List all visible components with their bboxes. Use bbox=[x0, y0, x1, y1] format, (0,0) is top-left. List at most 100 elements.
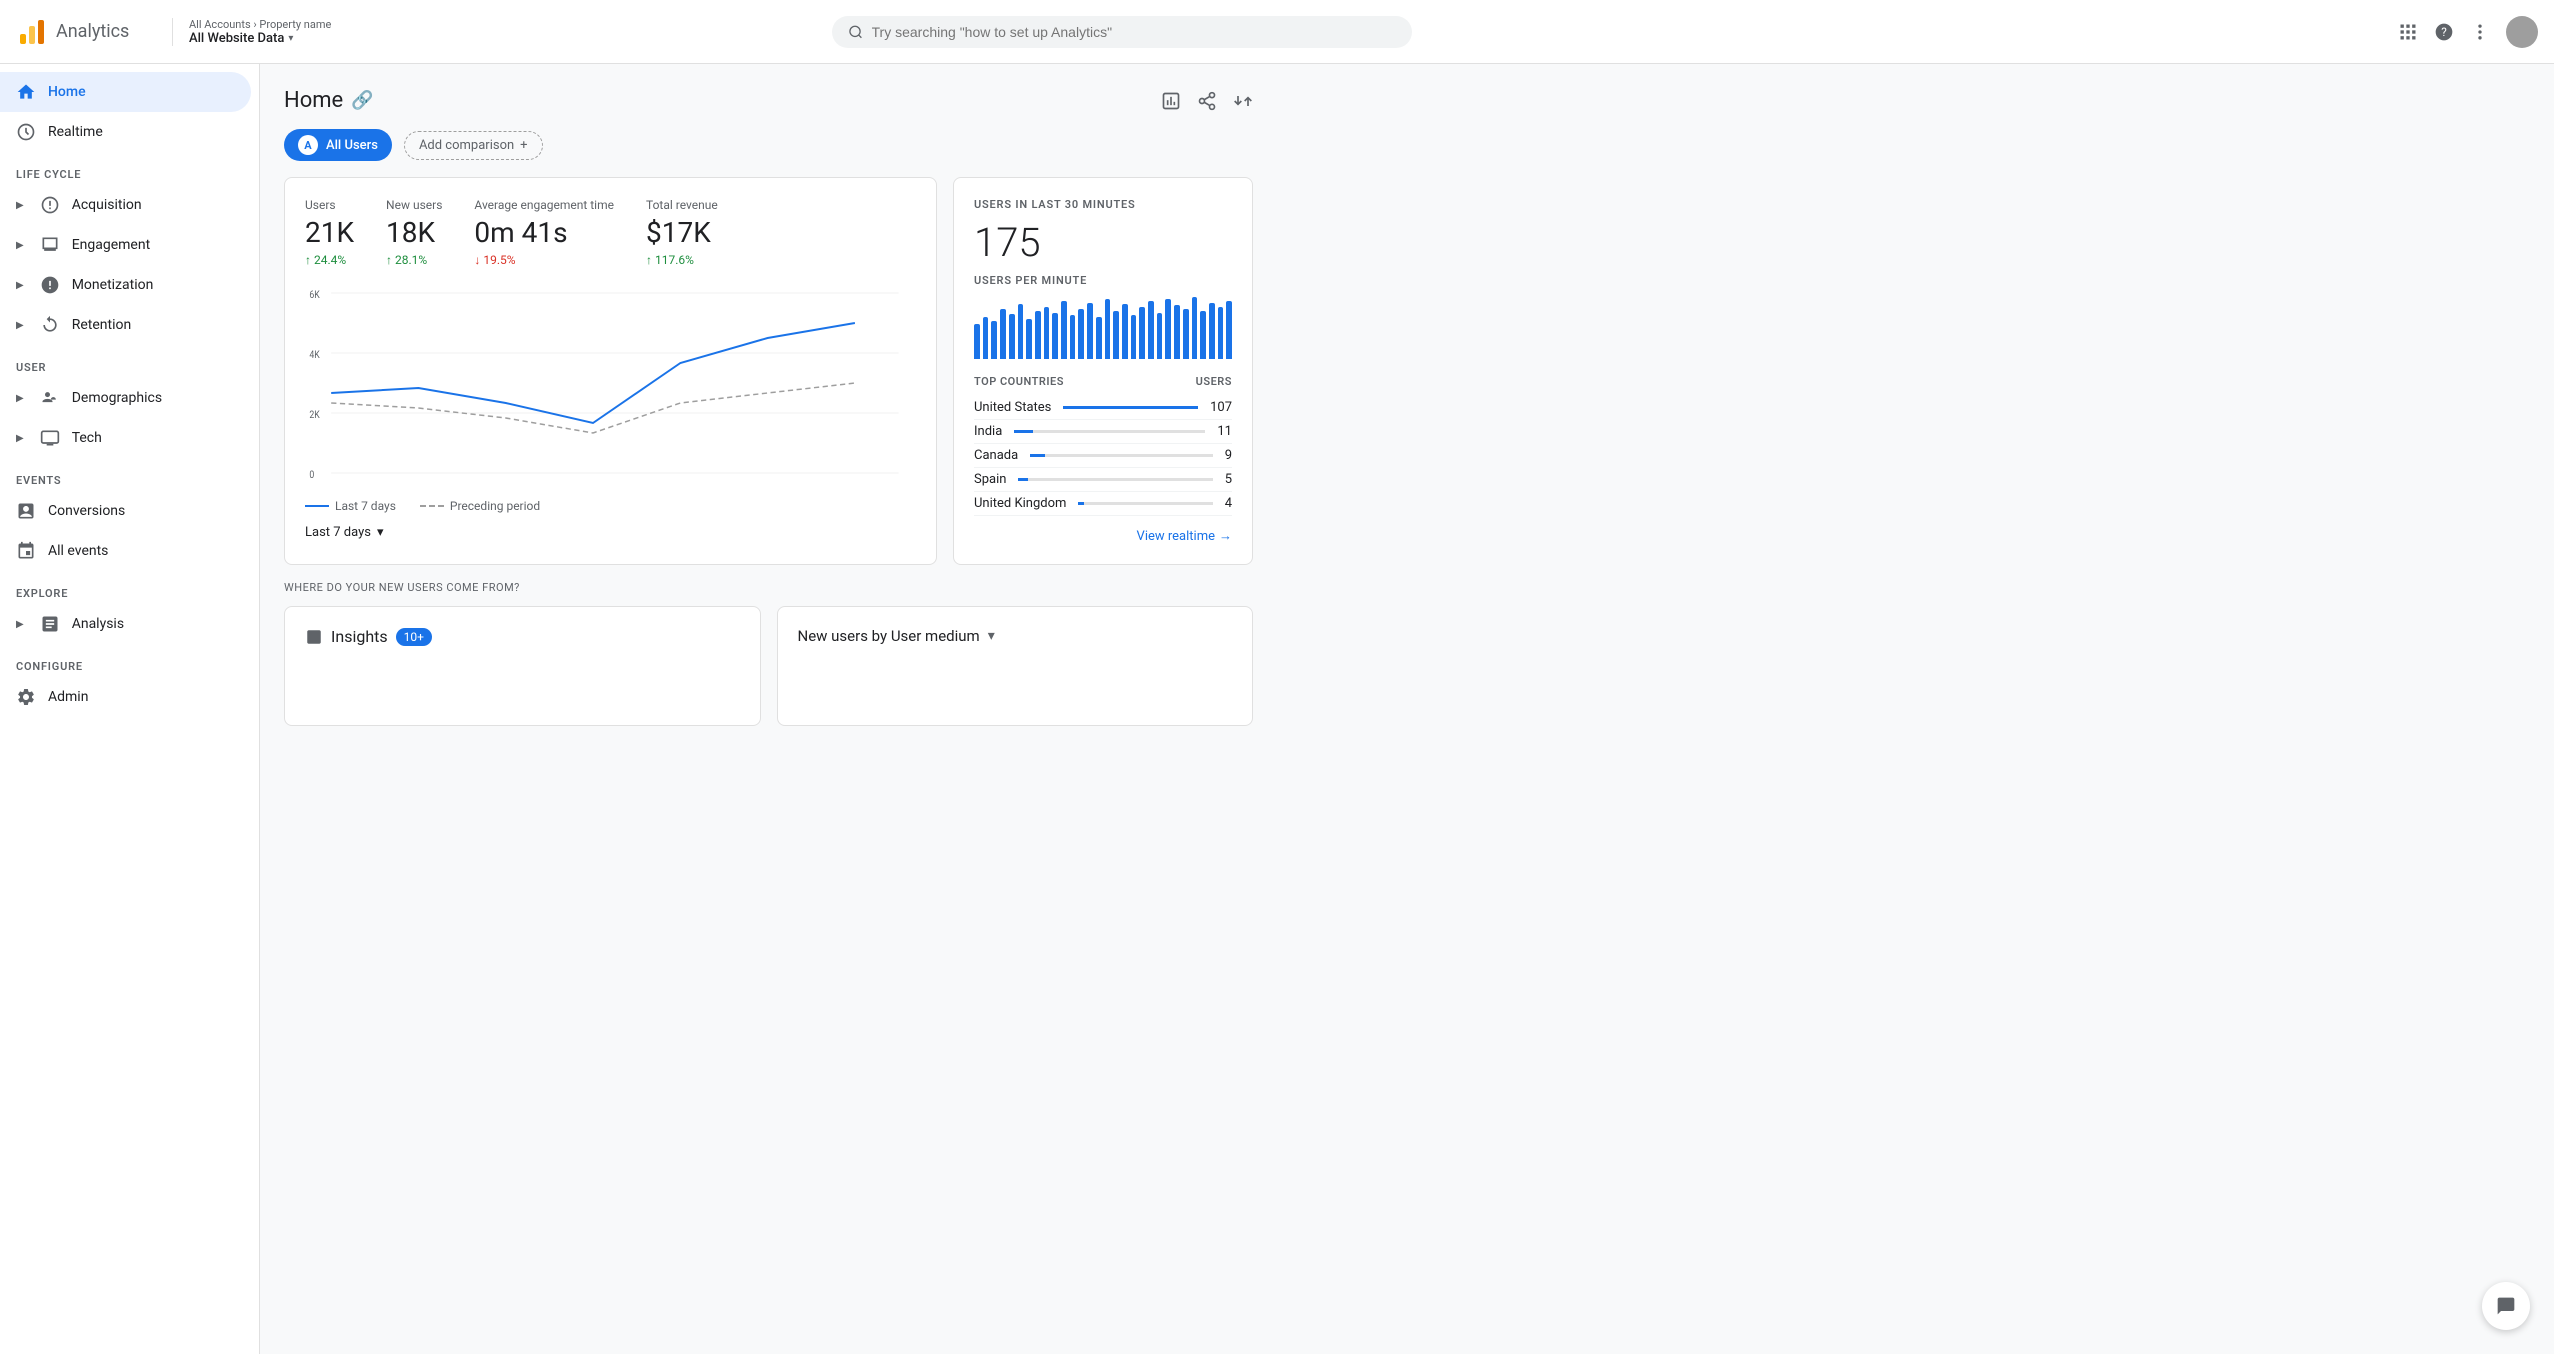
new-users-change: ↑ 28.1% bbox=[386, 253, 442, 267]
date-range-label: Last 7 days bbox=[305, 525, 371, 540]
revenue-label: Total revenue bbox=[646, 198, 718, 212]
expand-icon-4: ▶ bbox=[16, 320, 24, 331]
users-change: ↑ 24.4% bbox=[305, 253, 354, 267]
expand-icon-7: ▶ bbox=[16, 619, 24, 630]
view-realtime-link[interactable]: View realtime → bbox=[974, 528, 1232, 544]
avatar[interactable] bbox=[2506, 16, 2538, 48]
demographics-label: Demographics bbox=[72, 390, 162, 406]
conversions-label: Conversions bbox=[48, 503, 125, 519]
country-list: United States 107 India 11 bbox=[974, 396, 1232, 516]
sidebar-item-conversions[interactable]: Conversions bbox=[0, 491, 251, 531]
insights-badge: 10+ bbox=[396, 628, 432, 646]
bar-6 bbox=[1018, 304, 1024, 359]
sidebar-item-acquisition[interactable]: ▶ Acquisition bbox=[0, 185, 251, 225]
country-bar-wrap-es bbox=[1018, 478, 1212, 481]
expand-icon-3: ▶ bbox=[16, 280, 24, 291]
svg-text:4K: 4K bbox=[309, 349, 319, 361]
engagement-label: Engagement bbox=[72, 237, 150, 253]
legend-current-label: Last 7 days bbox=[335, 499, 396, 513]
admin-icon bbox=[16, 687, 36, 707]
compare-icon[interactable] bbox=[1233, 91, 1253, 111]
country-row-es: Spain 5 bbox=[974, 468, 1232, 492]
bar-23 bbox=[1165, 299, 1171, 359]
country-bar-us bbox=[1063, 406, 1198, 409]
country-bar-es bbox=[1018, 478, 1028, 481]
all-events-label: All events bbox=[48, 543, 108, 559]
bar-28 bbox=[1209, 303, 1215, 359]
new-users-arrow[interactable]: ▾ bbox=[988, 628, 995, 644]
admin-label: Admin bbox=[48, 689, 88, 705]
bar-13 bbox=[1078, 309, 1084, 359]
demographics-icon bbox=[40, 388, 60, 408]
countries-header: TOP COUNTRIES USERS bbox=[974, 375, 1232, 388]
all-events-icon bbox=[16, 541, 36, 561]
sidebar-item-realtime[interactable]: Realtime bbox=[0, 112, 251, 152]
insights-card: Insights 10+ bbox=[284, 606, 761, 726]
bar-19 bbox=[1131, 315, 1137, 359]
sidebar-item-demographics[interactable]: ▶ Demographics bbox=[0, 378, 251, 418]
country-count-in: 11 bbox=[1217, 424, 1232, 439]
all-users-dot: A bbox=[298, 135, 318, 155]
search-bar[interactable] bbox=[832, 16, 1412, 48]
sidebar-item-retention[interactable]: ▶ Retention bbox=[0, 305, 251, 345]
report-icon[interactable] bbox=[1161, 91, 1181, 111]
country-row-us: United States 107 bbox=[974, 396, 1232, 420]
bar-14 bbox=[1087, 303, 1093, 359]
retention-label: Retention bbox=[72, 317, 132, 333]
insights-title: Insights bbox=[331, 627, 388, 646]
users-label: Users bbox=[305, 198, 354, 212]
expand-icon: ▶ bbox=[16, 200, 24, 211]
users-value: 21K bbox=[305, 216, 354, 249]
page-header: Home 🔗 bbox=[284, 88, 1253, 113]
sidebar-item-home[interactable]: Home bbox=[0, 72, 251, 112]
analysis-label: Analysis bbox=[72, 616, 124, 632]
all-users-chip[interactable]: A All Users bbox=[284, 129, 392, 161]
expand-icon-6: ▶ bbox=[16, 433, 24, 444]
bar-26 bbox=[1192, 297, 1198, 359]
new-users-title: New users by User medium bbox=[798, 627, 980, 645]
acquisition-label: Acquisition bbox=[72, 197, 142, 213]
engagement-label: Average engagement time bbox=[474, 198, 614, 212]
country-row-uk: United Kingdom 4 bbox=[974, 492, 1232, 516]
page-link-icon[interactable]: 🔗 bbox=[351, 90, 373, 111]
bar-29 bbox=[1218, 307, 1224, 359]
sidebar-item-tech[interactable]: ▶ Tech bbox=[0, 418, 251, 458]
search-icon bbox=[848, 24, 863, 40]
view-realtime-label: View realtime bbox=[1137, 529, 1215, 544]
sidebar-item-admin[interactable]: Admin bbox=[0, 677, 251, 717]
sidebar-item-engagement[interactable]: ▶ Engagement bbox=[0, 225, 251, 265]
sidebar-item-monetization[interactable]: ▶ Monetization bbox=[0, 265, 251, 305]
sidebar-item-analysis[interactable]: ▶ Analysis bbox=[0, 604, 251, 644]
breadcrumb-bottom[interactable]: All Website Data ▾ bbox=[189, 31, 331, 46]
legend-dashed-line bbox=[420, 505, 444, 507]
country-bar-wrap-in bbox=[1014, 430, 1205, 433]
share-icon[interactable] bbox=[1197, 91, 1217, 111]
engagement-change: ↓ 19.5% bbox=[474, 253, 614, 267]
search-input[interactable] bbox=[872, 24, 1397, 40]
country-bar-ca bbox=[1030, 454, 1045, 457]
date-range-button[interactable]: Last 7 days ▾ bbox=[305, 525, 916, 540]
bar-30 bbox=[1226, 301, 1232, 359]
add-comparison-button[interactable]: Add comparison + bbox=[404, 131, 543, 160]
more-icon[interactable] bbox=[2470, 22, 2490, 42]
country-bar-wrap-ca bbox=[1030, 454, 1213, 457]
sidebar-item-all-events[interactable]: All events bbox=[0, 531, 251, 571]
chat-icon[interactable] bbox=[2482, 1282, 2530, 1330]
bar-18 bbox=[1122, 304, 1128, 359]
sidebar: Home Realtime LIFE CYCLE ▶ Acquisition ▶… bbox=[0, 64, 260, 1354]
realtime-bar-chart bbox=[974, 299, 1232, 359]
date-range-arrow: ▾ bbox=[377, 525, 384, 540]
analysis-icon bbox=[40, 614, 60, 634]
chart-legend: Last 7 days Preceding period bbox=[305, 499, 916, 513]
help-icon[interactable]: ? bbox=[2434, 22, 2454, 42]
countries-col2: USERS bbox=[1196, 375, 1232, 388]
new-users-value: 18K bbox=[386, 216, 442, 249]
main-chart-svg: 6K 4K 2K 0 30 bbox=[305, 283, 916, 483]
main-layout: Home Realtime LIFE CYCLE ▶ Acquisition ▶… bbox=[0, 64, 1277, 1354]
country-row-ca: Canada 9 bbox=[974, 444, 1232, 468]
tech-icon bbox=[40, 428, 60, 448]
breadcrumb-arrow: ▾ bbox=[288, 33, 293, 44]
bar-9 bbox=[1044, 307, 1050, 359]
apps-icon[interactable] bbox=[2398, 22, 2418, 42]
realtime-label: Realtime bbox=[48, 124, 103, 140]
